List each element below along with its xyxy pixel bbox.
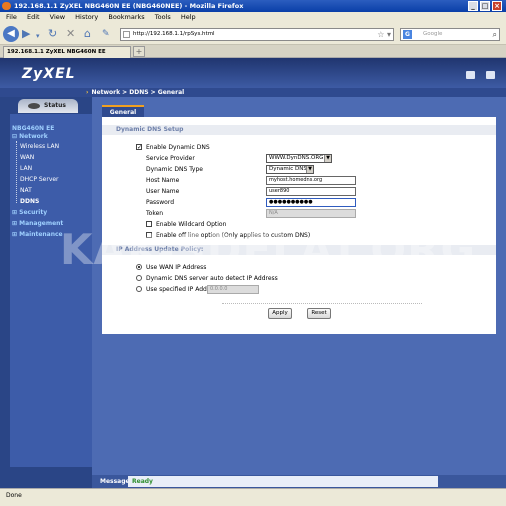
ddns-type-value: Dynamic DNS [269,166,307,172]
content-bottom [92,467,506,475]
zyxel-logo: ZyXEL [22,66,76,82]
sidebar-bottom [0,467,92,488]
password-label: Password [146,199,175,206]
message-label: Message [100,478,130,485]
window-title: 192.168.1.1 ZyXEL NBG460N EE (NBG460NEE)… [14,2,244,10]
address-url: http://192.168.1.1/rpSys.html [133,31,215,37]
host-name-label: Host Name [146,177,180,184]
sidebar-maintenance-label: Maintenance [19,231,63,238]
sidebar-network-label: Network [19,133,48,140]
tree-connector [16,141,17,203]
watermark-text: KAK-SDELAT.ORG [60,225,476,274]
firefox-icon [2,2,11,10]
sidebar-item-wireless-lan[interactable]: Wireless LAN [20,143,59,150]
menu-edit[interactable]: Edit [27,13,40,21]
tab-general[interactable]: General [102,105,144,117]
forward-arrow-icon[interactable]: ▶ [22,27,30,41]
message-bar: Message Ready [92,475,506,488]
menu-bookmarks[interactable]: Bookmarks [108,13,144,21]
search-icon[interactable]: ⌕ [493,29,497,40]
sidebar-item-ddns[interactable]: DDNS [20,198,39,205]
status-tab-label: Status [44,102,66,109]
radio-auto-detect[interactable] [136,275,142,281]
token-input[interactable]: N/A [266,209,356,218]
specified-ip-input[interactable]: 0.0.0.0 [207,285,259,294]
sidebar-device: NBG460N EE [12,125,55,132]
form-divider [222,303,422,304]
password-input[interactable]: ●●●●●●●●●● [266,198,356,207]
menu-bar: File Edit View History Bookmarks Tools H… [0,12,506,23]
status-tab[interactable]: Status [18,99,78,113]
provider-label: Service Provider [146,155,195,162]
provider-value: WWW.DynDNS.ORG [269,155,324,161]
back-arrow-icon[interactable]: ◀ [3,26,19,42]
star-icon[interactable]: ☆ ▾ [377,29,391,40]
google-icon[interactable]: G [403,30,412,39]
navigation-toolbar: ◀ ▶ ▾ ↻ ✕ ⌂ ✎ http://192.168.1.1/rpSys.h… [0,23,506,45]
logout-icon[interactable] [486,71,495,79]
sidebar-item-management[interactable]: ⊞ Management [12,220,63,227]
tab-strip: 192.168.1.1 ZyXEL NBG460N EE (NBG4... + [0,45,506,66]
radio-specified-ip[interactable] [136,286,142,292]
menu-file[interactable]: File [6,13,17,21]
sidebar: Status NBG460N EE ⊟ Network Wireless LAN… [0,97,92,467]
reset-button[interactable]: Reset [307,308,331,319]
minimize-icon[interactable]: _ [468,1,478,11]
main-content: General Dynamic DNS Setup ✓ Enable Dynam… [92,97,506,467]
menu-view[interactable]: View [50,13,65,21]
user-name-label: User Name [146,188,180,195]
enable-ddns-checkbox[interactable]: ✓ [136,144,142,151]
status-eye-icon [28,103,40,109]
bookmark-this-icon[interactable]: ✎ [102,27,110,41]
sidebar-item-nat[interactable]: NAT [20,187,32,194]
sidebar-security-label: Security [19,209,48,216]
enable-ddns-label: Enable Dynamic DNS [146,144,210,151]
token-label: Token [146,210,164,217]
provider-select[interactable]: WWW.DynDNS.ORG ▼ [266,154,332,163]
router-header: ZyXEL [0,58,506,88]
message-value: Ready [128,476,438,487]
sidebar-item-lan[interactable]: LAN [20,165,32,172]
sidebar-item-security[interactable]: ⊞ Security [12,209,47,216]
new-tab-icon[interactable]: + [133,46,145,57]
sidebar-item-network[interactable]: ⊟ Network [12,133,48,140]
maximize-icon[interactable]: □ [480,1,490,11]
history-dropdown-icon[interactable]: ▾ [36,29,40,43]
save-config-icon[interactable] [466,71,475,79]
radio-auto-detect-label: Dynamic DNS server auto detect IP Addres… [146,275,278,282]
window-titlebar: 192.168.1.1 ZyXEL NBG460N EE (NBG460NEE)… [0,0,506,12]
sidebar-item-maintenance[interactable]: ⊞ Maintenance [12,231,63,238]
ddns-type-label: Dynamic DNS Type [146,166,203,173]
chevron-down-icon: ▼ [324,155,331,162]
menu-help[interactable]: Help [181,13,196,21]
page-icon [123,31,130,38]
menu-tools[interactable]: Tools [155,13,171,21]
reload-icon[interactable]: ↻ [48,27,57,41]
breadcrumb-bar: › Network > DDNS > General [0,88,506,97]
search-box[interactable]: G Google ⌕ [400,28,500,41]
close-icon[interactable]: × [492,1,502,11]
search-placeholder: Google [423,31,443,37]
address-bar[interactable]: http://192.168.1.1/rpSys.html ☆ ▾ [120,28,394,41]
sidebar-management-label: Management [19,220,64,227]
browser-status-bar: Done [0,488,506,506]
menu-history[interactable]: History [75,13,98,21]
home-icon[interactable]: ⌂ [84,27,91,41]
user-name-input[interactable]: user890 [266,187,356,196]
sidebar-item-dhcp-server[interactable]: DHCP Server [20,176,59,183]
breadcrumb-arrow-icon: › [86,89,89,96]
apply-button[interactable]: Apply [268,308,292,319]
stop-icon[interactable]: ✕ [66,27,75,41]
host-name-input[interactable]: myhost.homedns.org [266,176,356,185]
sidebar-item-wan[interactable]: WAN [20,154,34,161]
chevron-down-icon: ▼ [306,166,313,173]
ddns-type-select[interactable]: Dynamic DNS ▼ [266,165,314,174]
breadcrumb: Network > DDNS > General [91,89,185,96]
ddns-section-title: Dynamic DNS Setup [102,125,496,135]
browser-tab[interactable]: 192.168.1.1 ZyXEL NBG460N EE (NBG4... [3,46,131,66]
